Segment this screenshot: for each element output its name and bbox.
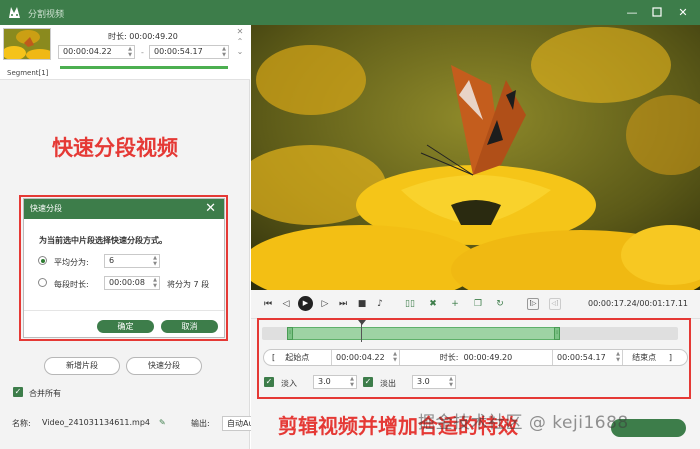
play-button[interactable]: ▶ <box>298 296 313 311</box>
option-equal-radio[interactable] <box>38 256 47 265</box>
player-controls: ⏮ ◁ ▶ ▷ ⏭ ■ ♪ ▯▯ ✖ + ❐ ↻ [▷ ◁] 00:00:17.… <box>251 290 700 319</box>
quick-split-dialog: 快速分段 ✕ 为当前选中片段选择快速分段方式。 平均分为: 6 ▲ ▼ 每段时长:… <box>23 198 225 338</box>
close-icon[interactable]: ✕ <box>672 3 694 22</box>
option-each-label: 每段时长: <box>54 280 89 289</box>
dialog-header: 快速分段 ✕ <box>24 199 224 219</box>
annotation-frame-edit <box>257 318 691 399</box>
dialog-divider <box>24 310 224 311</box>
dialog-ok-button[interactable]: 确定 <box>97 320 154 333</box>
dialog-close-icon[interactable]: ✕ <box>205 199 216 219</box>
maximize-icon[interactable] <box>646 3 668 22</box>
minimize-icon[interactable]: — <box>621 3 643 22</box>
quick-split-button[interactable]: 快速分段 <box>126 357 202 375</box>
delete-icon[interactable]: ✖ <box>427 298 439 310</box>
segment-thumbnail[interactable] <box>3 28 51 60</box>
option-each-hint: 将分为 7 段 <box>167 280 210 289</box>
segment-actions: ✕ ⌃ ⌄ <box>235 27 245 57</box>
segment-start-value: 00:00:04.22 <box>63 47 112 56</box>
move-down-icon[interactable]: ⌄ <box>235 47 245 57</box>
dialog-prompt: 为当前选中片段选择快速分段方式。 <box>39 236 167 245</box>
each-duration-value: 00:00:08 <box>109 278 145 287</box>
skip-to-start-icon[interactable]: ⏮ <box>262 298 274 310</box>
volume-icon[interactable]: ♪ <box>374 298 386 310</box>
stepper-icon[interactable]: ▲ ▼ <box>153 255 157 267</box>
each-duration-input[interactable]: 00:00:08 ▲ ▼ <box>104 276 160 290</box>
skip-to-end-icon[interactable]: ⏭ <box>337 298 349 310</box>
edit-name-icon[interactable]: ✎ <box>159 418 166 427</box>
equal-count-input[interactable]: 6 ▲ ▼ <box>104 254 160 268</box>
stepper-icon[interactable]: ▲ ▼ <box>153 277 157 289</box>
segment-end-value: 00:00:54.17 <box>154 47 203 56</box>
merge-all-label: 合并所有 <box>29 389 61 398</box>
file-name: Video_241031134611.mp4 <box>42 418 150 427</box>
annotation-quick-split: 快速分段视频 <box>52 136 178 160</box>
segment-duration: 时长: 00:00:49.20 <box>108 32 178 41</box>
playback-time: 00:00:17.24/00:01:17.11 <box>588 299 688 308</box>
output-label: 输出: <box>191 419 210 428</box>
mark-in-icon[interactable]: [▷ <box>527 298 539 310</box>
step-back-icon[interactable]: ◁ <box>280 298 292 310</box>
reset-icon[interactable]: ↻ <box>494 298 506 310</box>
move-up-icon[interactable]: ⌃ <box>235 37 245 47</box>
dialog-title: 快速分段 <box>30 204 62 213</box>
add-icon[interactable]: + <box>449 298 461 310</box>
window-title: 分割视频 <box>28 10 65 20</box>
split-icon[interactable]: ▯▯ <box>404 298 416 310</box>
name-label: 名称: <box>12 419 31 428</box>
new-segment-button[interactable]: 新增片段 <box>44 357 120 375</box>
title-bar: 分割视频 — ✕ <box>0 0 700 25</box>
copy-icon[interactable]: ❐ <box>472 298 484 310</box>
dialog-cancel-button[interactable]: 取消 <box>161 320 218 333</box>
video-preview[interactable] <box>251 25 700 290</box>
segment-end-field[interactable]: 00:00:54.17 ▲ ▼ <box>149 45 229 59</box>
mark-out-icon[interactable]: ◁] <box>549 298 561 310</box>
merge-all-checkbox[interactable]: ✓ <box>13 387 23 397</box>
equal-count-value: 6 <box>109 256 115 265</box>
range-separator: - <box>141 48 144 57</box>
segment-start-field[interactable]: 00:00:04.22 ▲ ▼ <box>58 45 135 59</box>
app-logo-icon <box>9 7 20 18</box>
stop-icon[interactable]: ■ <box>356 298 368 310</box>
stepper-icon[interactable]: ▲ ▼ <box>128 46 132 58</box>
preview-frame <box>251 25 700 290</box>
watermark: 掘金技术社区 @ keji1688 <box>418 413 629 433</box>
segment-strip: Segment[1] 时长: 00:00:49.20 00:00:04.22 ▲… <box>0 25 250 80</box>
step-forward-icon[interactable]: ▷ <box>319 298 331 310</box>
option-equal-label: 平均分为: <box>54 258 89 267</box>
segment-progress-bar <box>60 66 228 69</box>
option-each-radio[interactable] <box>38 278 47 287</box>
remove-segment-icon[interactable]: ✕ <box>235 27 245 37</box>
segment-label: Segment[1] <box>7 69 49 77</box>
stepper-icon[interactable]: ▲ ▼ <box>222 46 226 58</box>
